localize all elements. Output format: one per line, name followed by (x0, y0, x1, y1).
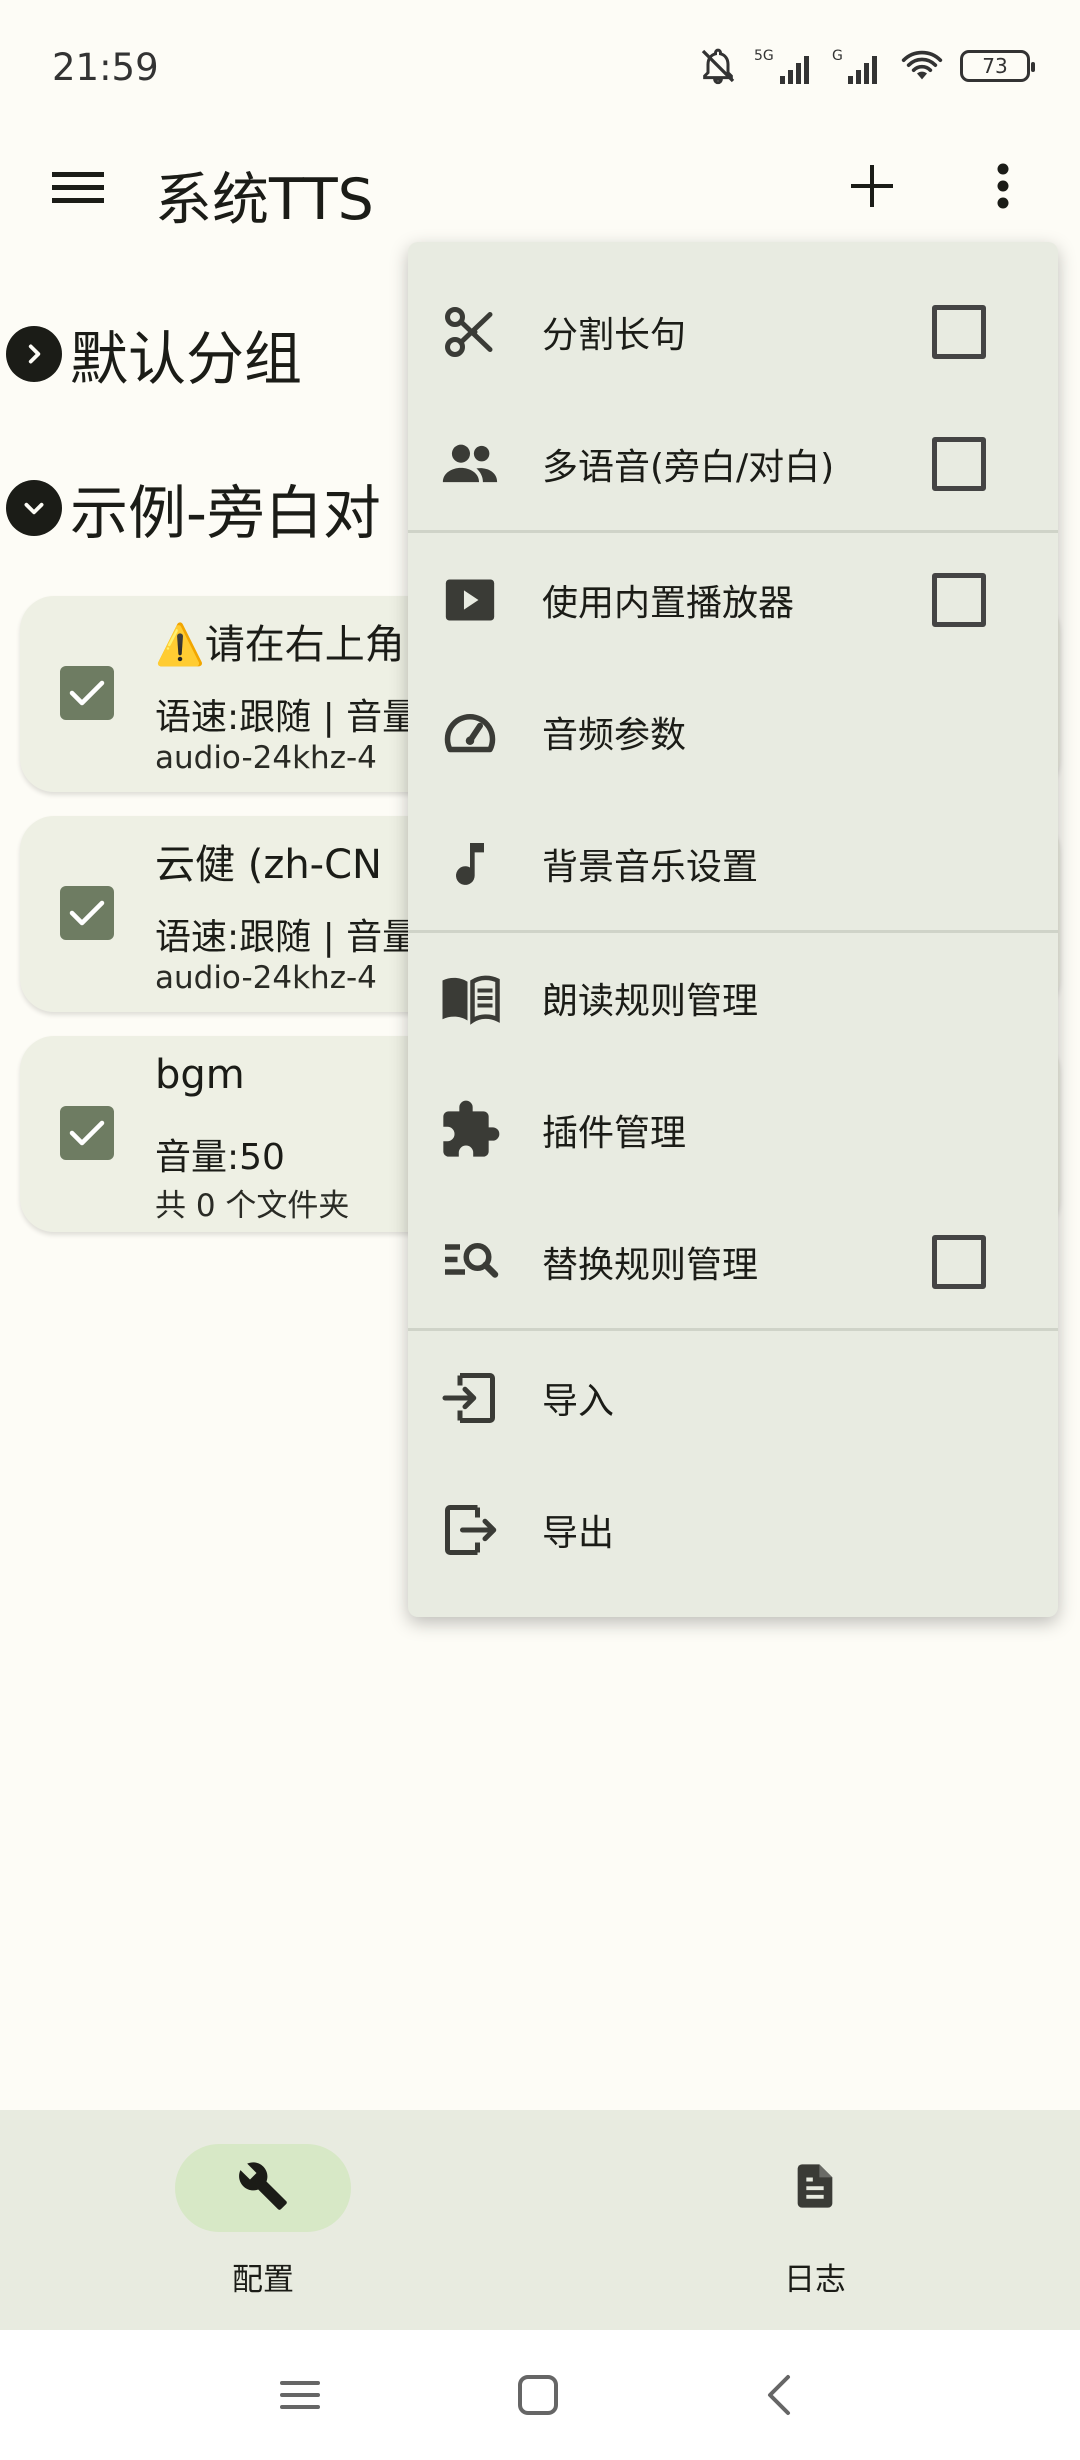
svg-text:G: G (832, 48, 843, 64)
nav-active-indicator (175, 2144, 351, 2232)
book-open-icon (438, 966, 502, 1030)
item-title: 云健 (zh-CN (155, 842, 382, 888)
find-replace-icon (438, 1230, 502, 1294)
overflow-menu: 分割长句 多语音(旁白/对白) 使用内置播放器 音频参数 背景音乐设置 朗读规则… (408, 242, 1058, 1617)
menu-item-label: 背景音乐设置 (542, 847, 759, 888)
item-checkbox[interactable] (60, 666, 114, 720)
svg-text:5G: 5G (754, 48, 774, 64)
menu-item-bgm-settings[interactable]: 背景音乐设置 (408, 804, 1058, 924)
status-bar: 21:59 5G G 73 (0, 0, 1080, 140)
group-title: 示例-旁白对 (70, 479, 381, 547)
status-time: 21:59 (52, 46, 159, 89)
menu-item-label: 导入 (542, 1381, 615, 1422)
menu-icon (52, 168, 104, 212)
page-title: 系统TTS (155, 167, 374, 233)
menu-button[interactable] (40, 160, 116, 220)
export-icon (438, 1498, 502, 1562)
wifi-icon (900, 46, 944, 86)
menu-item-split-sentences[interactable]: 分割长句 (408, 272, 1058, 392)
menu-item-import[interactable]: 导入 (408, 1338, 1058, 1458)
item-detail: 音量:50 (155, 1137, 285, 1178)
menu-item-export[interactable]: 导出 (408, 1470, 1058, 1590)
menu-divider (408, 1328, 1058, 1331)
menu-item-label: 朗读规则管理 (542, 981, 759, 1022)
nav-label: 配置 (232, 2262, 294, 2298)
menu-divider (408, 530, 1058, 533)
nav-icon-container (727, 2144, 903, 2232)
more-options-button[interactable] (975, 158, 1031, 218)
recents-icon (280, 2377, 320, 2417)
menu-item-label: 使用内置播放器 (542, 583, 795, 624)
app-bar: 系统TTS (0, 140, 1080, 240)
nav-label: 日志 (784, 2262, 846, 2298)
menu-item-plugins[interactable]: 插件管理 (408, 1070, 1058, 1190)
add-button[interactable] (842, 158, 902, 218)
home-icon (517, 2374, 559, 2420)
item-checkbox[interactable] (60, 1106, 114, 1160)
menu-checkbox[interactable] (932, 437, 986, 491)
document-icon (789, 2158, 841, 2218)
nav-item-log[interactable]: 日志 (682, 2144, 942, 2304)
music-note-icon (438, 832, 502, 896)
scissors-icon (438, 300, 502, 364)
chevron-down-icon[interactable] (6, 480, 62, 536)
menu-item-label: 多语音(旁白/对白) (542, 447, 835, 488)
item-title: ⚠️请在右上角 (155, 622, 405, 668)
menu-item-multi-voice[interactable]: 多语音(旁白/对白) (408, 404, 1058, 524)
item-format: audio-24khz-4 (155, 960, 377, 996)
item-format: audio-24khz-4 (155, 740, 377, 776)
group-header-example[interactable]: 示例-旁白对 (6, 468, 381, 548)
signal-5g-icon: 5G (754, 46, 816, 86)
menu-item-label: 导出 (542, 1513, 615, 1554)
puzzle-icon (438, 1098, 502, 1162)
recents-button[interactable] (260, 2362, 340, 2432)
play-box-icon (438, 568, 502, 632)
system-navigation (0, 2330, 1080, 2460)
group-header-default[interactable]: 默认分组 (6, 314, 302, 394)
menu-item-label: 分割长句 (542, 315, 687, 356)
status-icons: 5G G 73 (698, 44, 1035, 88)
back-button[interactable] (738, 2362, 818, 2432)
menu-checkbox[interactable] (932, 573, 986, 627)
menu-item-label: 替换规则管理 (542, 1245, 759, 1286)
item-detail: 语速:跟随 | 音量 (155, 917, 419, 958)
people-icon (438, 432, 502, 496)
menu-item-audio-params[interactable]: 音频参数 (408, 672, 1058, 792)
plus-icon (851, 165, 893, 211)
menu-checkbox[interactable] (932, 305, 986, 359)
import-icon (438, 1366, 502, 1430)
bottom-navigation: 配置 日志 (0, 2110, 1080, 2330)
battery-level: 73 (982, 54, 1008, 78)
item-format: 共 0 个文件夹 (155, 1188, 350, 1224)
item-checkbox[interactable] (60, 886, 114, 940)
group-title: 默认分组 (70, 325, 303, 393)
more-vert-icon (996, 163, 1010, 213)
menu-item-replace-rules[interactable]: 替换规则管理 (408, 1202, 1058, 1322)
menu-checkbox[interactable] (932, 1235, 986, 1289)
menu-item-label: 插件管理 (542, 1113, 687, 1154)
battery-icon: 73 (960, 50, 1035, 82)
wrench-icon (237, 2160, 289, 2216)
item-title: bgm (155, 1052, 245, 1098)
chevron-right-icon[interactable] (6, 326, 62, 382)
menu-item-reading-rules[interactable]: 朗读规则管理 (408, 938, 1058, 1058)
menu-divider (408, 930, 1058, 933)
home-button[interactable] (498, 2362, 578, 2432)
item-detail: 语速:跟随 | 音量 (155, 697, 419, 738)
bell-off-icon (698, 46, 738, 86)
signal-g-icon: G (832, 46, 884, 86)
menu-item-label: 音频参数 (542, 715, 687, 756)
back-icon (764, 2373, 792, 2421)
speedometer-icon (438, 700, 502, 764)
menu-item-builtin-player[interactable]: 使用内置播放器 (408, 540, 1058, 660)
nav-item-config[interactable]: 配置 (130, 2144, 390, 2304)
